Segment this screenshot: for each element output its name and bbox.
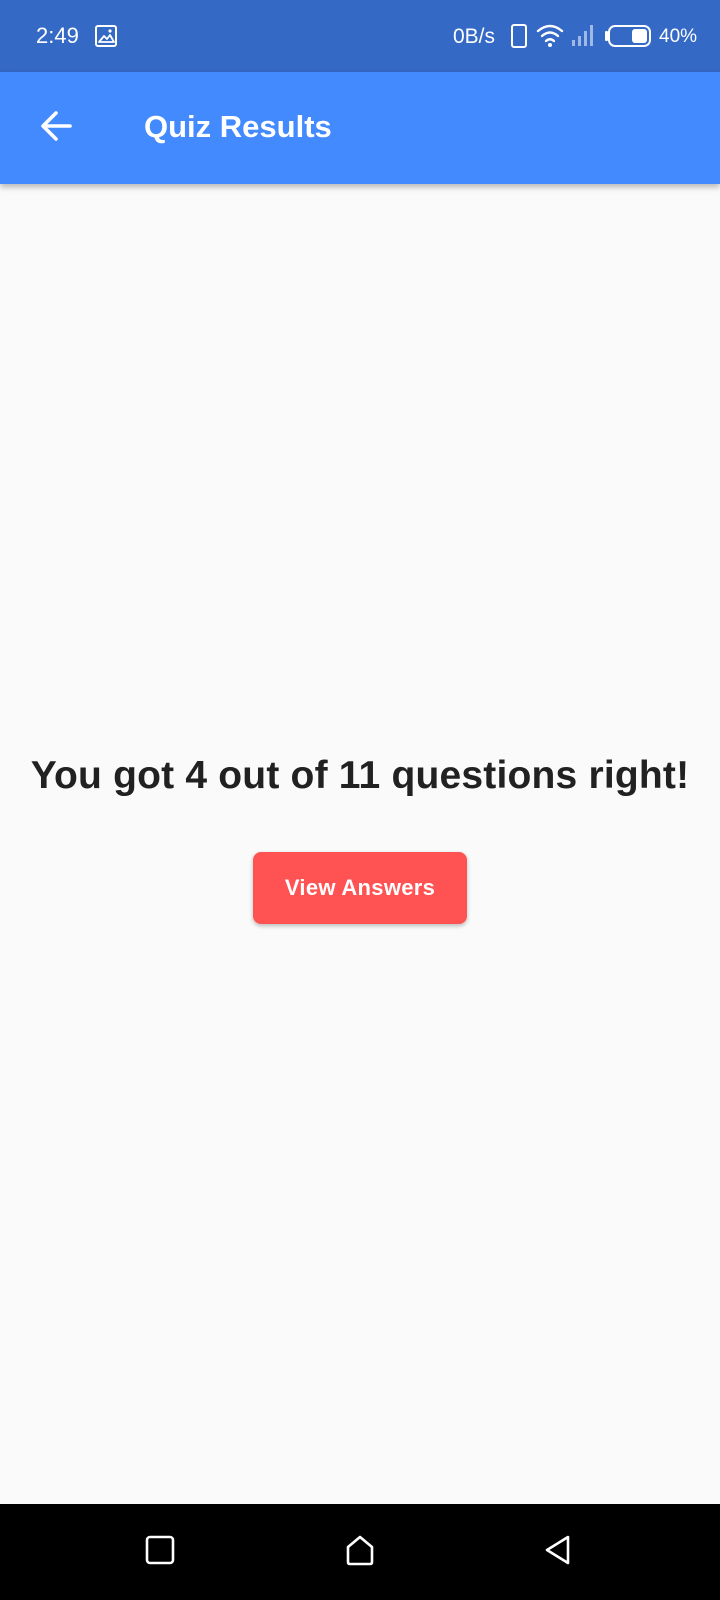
- vibrate-icon: [510, 23, 528, 49]
- result-message: You got 4 out of 11 questions right!: [30, 754, 690, 797]
- back-button[interactable]: [24, 96, 88, 160]
- status-bar: 2:49 0B/s 40%: [0, 0, 720, 72]
- arrow-left-icon: [38, 108, 74, 149]
- back-triangle-icon: [541, 1533, 575, 1572]
- navigation-bar: [0, 1504, 720, 1600]
- page-title: Quiz Results: [144, 109, 332, 144]
- battery-percent: 40%: [659, 26, 698, 47]
- recents-button[interactable]: [130, 1522, 190, 1582]
- app-bar: Quiz Results: [0, 72, 720, 184]
- home-button[interactable]: [330, 1522, 390, 1582]
- wifi-icon: [536, 22, 564, 48]
- screen: 2:49 0B/s 40% Quiz Results You got 4 out…: [0, 0, 720, 1600]
- view-answers-button[interactable]: View Answers: [253, 852, 467, 924]
- system-back-button[interactable]: [528, 1522, 588, 1582]
- battery-icon: [604, 24, 652, 48]
- home-icon: [343, 1533, 377, 1572]
- status-time: 2:49: [36, 23, 79, 48]
- signal-icon: [570, 22, 596, 48]
- network-speed: 0B/s: [453, 25, 496, 48]
- recents-square-icon: [143, 1533, 177, 1572]
- gallery-icon: [94, 24, 118, 48]
